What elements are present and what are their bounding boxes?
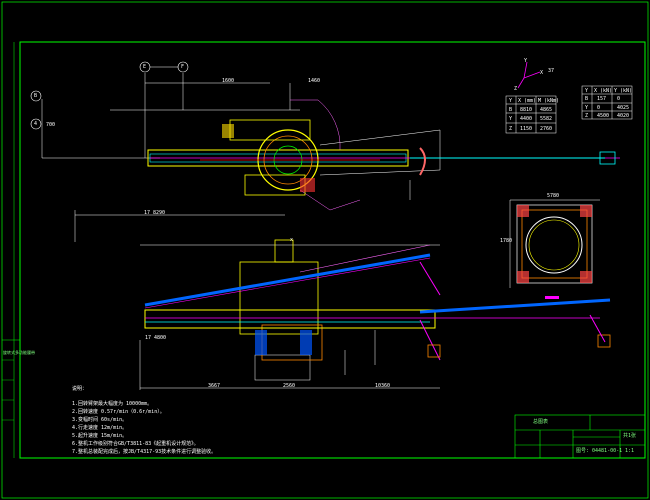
axis-y: Y [524, 58, 528, 64]
dim-label-right-top: 1460 [308, 78, 321, 84]
table-left-r1c2: 5582 [540, 116, 553, 122]
axis-x: X [540, 70, 544, 76]
marker-f: F [181, 64, 185, 70]
axis-label: 37 [548, 68, 555, 74]
dim-bottom-right: 10360 [375, 383, 391, 389]
side-strip-text: 旋转式多功能履带 [3, 350, 35, 355]
table-right-h0: Y [585, 88, 589, 94]
marker-4: 4 [34, 121, 38, 127]
note-line-5: 5.起升速度 15m/min。 [72, 433, 128, 439]
table-left-r1c1: 4400 [520, 116, 533, 122]
dim-label-axis: x [290, 237, 294, 243]
table-right-r2c1: 4500 [597, 113, 610, 119]
table-right-r2c2: 4020 [617, 113, 630, 119]
marker-b: B [34, 93, 38, 99]
table-left-r2c0: Z [509, 126, 513, 132]
table-right-r1c0: Y [585, 105, 589, 111]
dim-detail-left: 1780 [500, 238, 513, 244]
note-line-4: 4.行走速度 12m/min。 [72, 425, 128, 431]
dim-lower-left: 17 4800 [145, 335, 167, 341]
dim-detail-top: 5780 [547, 193, 560, 199]
notes-block: 说明： 1.回转臂架最大幅度为 10000mm。 2.回转速度 0.57r/mi… [72, 386, 332, 455]
axis-symbol [517, 61, 541, 89]
table-left-r1c0: Y [509, 116, 513, 122]
side-strip [2, 359, 14, 421]
table-left-r0c1: 8810 [520, 107, 533, 113]
table-left-r0c0: B [509, 107, 513, 113]
title-block-sheet: 共1张 [623, 433, 637, 439]
dim-mid-left: 17 8290 [144, 210, 166, 216]
axis-z: Z [514, 86, 518, 92]
table-right-r0c2: 0 [617, 96, 621, 102]
note-line-2: 2.回转速度 0.57r/min（0.6r/min）。 [72, 409, 165, 415]
note-line-1: 1.回转臂架最大幅度为 10000mm。 [72, 401, 153, 407]
table-left-r2c1: 1150 [520, 126, 533, 132]
marker-e: E [143, 64, 147, 70]
table-right-h2: Y (kN) [614, 88, 633, 94]
table-left-r0c2: 4865 [540, 107, 553, 113]
detail-section [509, 199, 600, 299]
table-right-r0c1: 157 [597, 96, 607, 102]
plan-view [41, 73, 441, 211]
title-block-name: 总图表 [533, 419, 549, 425]
dim-side-left: 700 [46, 122, 56, 128]
note-line-6: 6.整机工作级别符合GB/T3811-83《起重机设计规范》。 [72, 441, 199, 447]
table-right-r1c2: 4025 [617, 105, 630, 111]
note-line-7: 7.整机总装配完成后，按JB/T4317-93技术条件进行调整验收。 [72, 449, 217, 455]
table-left-h1: X (mm) [518, 98, 537, 104]
table-right-h1: X (kN) [594, 88, 613, 94]
table-right-r1c1: 0 [597, 105, 601, 111]
title-block-drawing-no: 图号: 04481-00-1 [576, 448, 623, 454]
dim-top-span: 1600 [222, 78, 235, 84]
table-left-h0: Y [509, 98, 513, 104]
note-line-3: 3.变幅时间 60s/min。 [72, 417, 128, 423]
title-block-scale: 1:1 [625, 448, 635, 454]
notes-title: 说明： [72, 386, 88, 392]
table-right-r2c0: Z [585, 113, 589, 119]
table-left-h2: M (kNm) [538, 98, 560, 104]
table-right-r0c0: B [585, 96, 589, 102]
elevation-view [74, 210, 611, 390]
grid-markers [30, 61, 189, 130]
table-left-r2c2: 2760 [540, 126, 553, 132]
